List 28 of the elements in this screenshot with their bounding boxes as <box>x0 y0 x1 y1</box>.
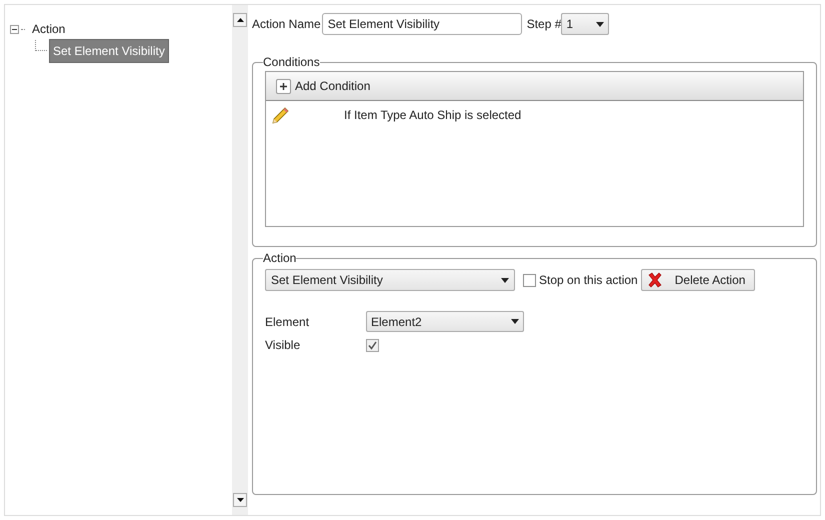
pencil-icon[interactable] <box>272 106 289 124</box>
checkbox[interactable] <box>366 338 379 352</box>
tree-item[interactable]: Action <box>29 18 68 40</box>
plus-icon <box>276 78 291 94</box>
checkbox-label: Stop on this action <box>539 272 638 289</box>
step-dropdown[interactable]: 1 <box>561 13 610 35</box>
action-name-field[interactable]: Set Element Visibility <box>322 13 522 35</box>
condition-text: If Item Type Auto Ship is selected <box>344 107 522 124</box>
group-title: Conditions <box>263 54 320 71</box>
scrollbar[interactable] <box>232 5 248 515</box>
field-label: Action Name <box>252 16 321 33</box>
collapse-icon[interactable] <box>10 24 19 34</box>
delete-action-button[interactable]: Delete Action <box>640 269 755 291</box>
group-title: Action <box>263 250 296 267</box>
checkbox[interactable] <box>523 274 536 286</box>
field-label: Element <box>265 314 310 330</box>
field-label: Step # <box>526 16 562 33</box>
add-condition-button[interactable]: Add Condition <box>276 77 370 95</box>
element-dropdown[interactable]: Element2 <box>366 311 524 332</box>
tree-item[interactable]: Set Element Visibility <box>49 39 169 63</box>
scroll-down-icon[interactable] <box>233 493 247 507</box>
delete-icon <box>646 272 663 288</box>
action-type-dropdown[interactable]: Set Element Visibility <box>265 269 515 291</box>
field-label: Visible <box>265 337 302 354</box>
dropdown-caret-icon <box>501 278 509 282</box>
scroll-up-icon[interactable] <box>233 13 247 27</box>
dropdown-caret-icon <box>596 22 604 26</box>
dropdown-caret-icon <box>511 319 519 324</box>
